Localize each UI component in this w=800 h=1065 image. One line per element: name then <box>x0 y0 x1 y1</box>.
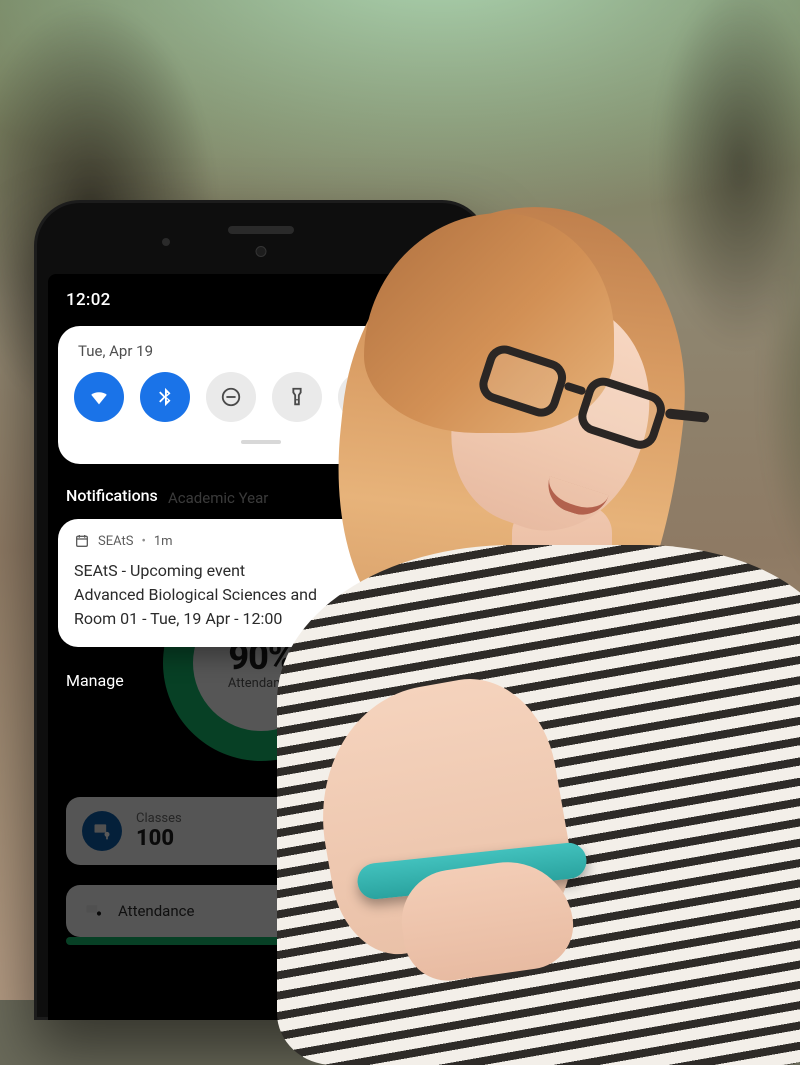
attendance-bar-label: Attendance <box>118 902 194 920</box>
qs-tile-wifi[interactable] <box>74 372 124 422</box>
notification-age: 1m <box>154 534 173 549</box>
notifications-section-label: Notifications <box>48 464 474 513</box>
attendance-bar-icon <box>84 901 104 921</box>
notification-line-3: Room 01 - Tue, 19 Apr - 12:00 <box>74 607 448 631</box>
wifi-status-icon <box>406 343 422 359</box>
notification-line-1: SEAtS - Upcoming event <box>74 559 448 583</box>
calendar-icon <box>74 533 90 549</box>
cellular-status-icon <box>428 343 444 359</box>
notification-card[interactable]: SEAtS • 1m SEAtS - Upcoming event Advanc… <box>58 519 464 647</box>
attendance-bar: Attendance 90% <box>66 885 456 937</box>
notification-shade[interactable]: 12:02 Tue, Apr 19 <box>48 274 474 690</box>
wifi-icon <box>88 386 110 408</box>
status-icons <box>406 343 444 359</box>
notification-separator: • <box>141 534 145 549</box>
flashlight-icon <box>286 386 308 408</box>
qs-tile-dnd[interactable] <box>206 372 256 422</box>
qs-tile-flashlight[interactable] <box>272 372 322 422</box>
do-not-disturb-icon <box>220 386 242 408</box>
qs-tile-bluetooth[interactable] <box>140 372 190 422</box>
attendance-bar-value: 90% <box>410 902 438 920</box>
shade-drag-handle[interactable] <box>241 440 281 444</box>
quick-settings-date: Tue, Apr 19 <box>78 342 153 360</box>
status-bar-time: 12:02 <box>48 274 474 316</box>
today-label: To <box>344 824 359 839</box>
classes-card: Classes 100 <box>66 797 310 865</box>
notification-app-name: SEAtS <box>98 534 133 549</box>
today-card: To <box>328 797 456 865</box>
bluetooth-icon <box>154 386 176 408</box>
auto-rotate-icon <box>352 386 374 408</box>
phone-sensor <box>162 238 170 246</box>
attendance-bar-track <box>66 937 456 945</box>
phone-camera <box>256 246 267 257</box>
classes-label: Classes <box>136 811 182 826</box>
phone-screen: Academic Year 90% Attendance Classes <box>48 274 474 1020</box>
quick-settings-panel[interactable]: Tue, Apr 19 <box>58 326 464 464</box>
qs-tile-autorotate[interactable] <box>338 372 388 422</box>
manage-notifications-button[interactable]: Manage <box>48 647 474 690</box>
phone-speaker <box>228 226 294 234</box>
classes-value: 100 <box>136 826 182 851</box>
notification-line-2: Advanced Biological Sciences and <box>74 583 448 607</box>
classes-icon <box>82 811 122 851</box>
phone-frame: Academic Year 90% Attendance Classes <box>34 200 488 1020</box>
